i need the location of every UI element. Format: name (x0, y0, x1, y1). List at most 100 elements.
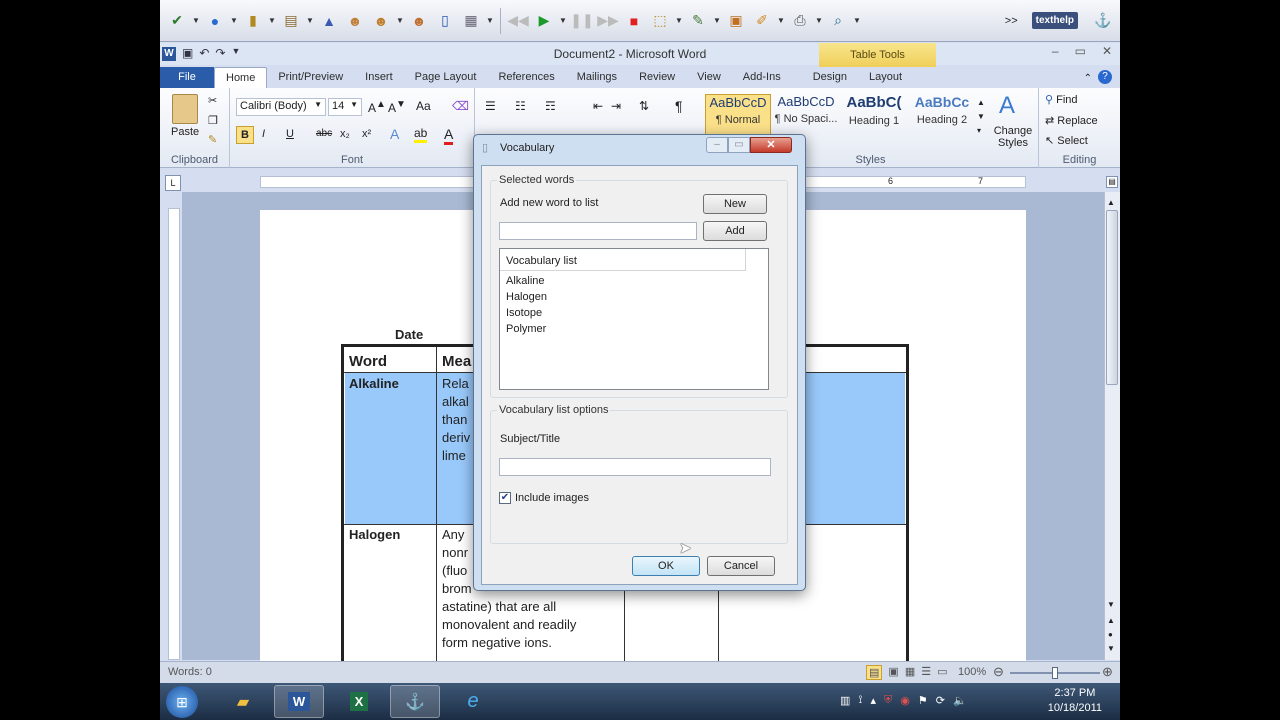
anchor-icon[interactable]: ⚓ (1092, 10, 1114, 32)
clear-formatting-icon[interactable]: ⌫ (452, 99, 469, 113)
sync-icon[interactable]: ⟳ (936, 694, 945, 707)
dropdown-arrow-icon[interactable]: ▼ (230, 16, 238, 25)
include-images-checkbox[interactable]: ✔ (499, 492, 511, 504)
scrollbar-thumb[interactable] (1106, 210, 1118, 385)
style-heading-2[interactable]: AaBbCc Heading 2 (909, 94, 975, 140)
explorer-taskbar-icon[interactable]: ▰ (218, 685, 268, 718)
dropdown-arrow-icon[interactable]: ▼ (675, 16, 683, 25)
rewind-icon[interactable]: ◀◀ (507, 10, 529, 32)
paste-button[interactable]: Paste (171, 126, 199, 138)
document-icon[interactable]: ▯ (434, 10, 456, 32)
clipboard-icon[interactable]: ▤ (280, 10, 302, 32)
font-color-icon[interactable]: A (444, 126, 454, 145)
tab-references[interactable]: References (487, 67, 565, 88)
ok-button[interactable]: OK (632, 556, 700, 576)
bold-button[interactable]: B (236, 126, 254, 144)
copy-icon[interactable]: ❐ (208, 114, 218, 127)
stop-icon[interactable]: ■ (623, 10, 645, 32)
underline-button[interactable]: U (286, 128, 294, 140)
paste-icon[interactable] (172, 94, 198, 124)
replace-button[interactable]: ⇄ Replace (1045, 114, 1098, 127)
zoom-slider[interactable] (1010, 667, 1100, 679)
shrink-font-icon[interactable]: A▼ (388, 99, 406, 115)
play-icon[interactable]: ▶ (533, 10, 555, 32)
internet-explorer-taskbar-icon[interactable]: e (448, 685, 498, 718)
screenshot-reader-icon[interactable]: ⬚ (649, 10, 671, 32)
grow-font-icon[interactable]: A▲ (368, 99, 386, 115)
previous-page-icon[interactable]: ▲ (1107, 616, 1115, 625)
spell-check-icon[interactable]: ✔ (166, 10, 188, 32)
tab-review[interactable]: Review (628, 67, 686, 88)
flag-icon[interactable]: ⚑ (918, 694, 928, 707)
tab-mailings[interactable]: Mailings (566, 67, 628, 88)
search-icon[interactable]: ⌕ (827, 10, 849, 32)
increase-indent-icon[interactable]: ⇥ (611, 99, 621, 113)
vocabulary-list[interactable]: Vocabulary list Alkaline Halogen Isotope… (499, 248, 769, 390)
web-layout-icon[interactable]: ▦ (905, 665, 915, 680)
minimize-icon[interactable]: – (1052, 44, 1059, 58)
show-formatting-button[interactable]: ¶ (675, 98, 683, 114)
tab-print-preview[interactable]: Print/Preview (267, 67, 354, 88)
tab-insert[interactable]: Insert (354, 67, 404, 88)
close-icon[interactable]: ✕ (1102, 44, 1112, 58)
calculator-icon[interactable]: ▦ (460, 10, 482, 32)
dropdown-arrow-icon[interactable]: ▼ (268, 16, 276, 25)
tab-layout[interactable]: Layout (858, 67, 913, 88)
tab-add-ins[interactable]: Add-Ins (732, 67, 792, 88)
cut-icon[interactable]: ✂ (208, 94, 217, 107)
person-icon[interactable]: ☻ (344, 10, 366, 32)
globe-icon[interactable]: ● (204, 10, 226, 32)
dropdown-arrow-icon[interactable]: ▼ (777, 16, 785, 25)
full-screen-icon[interactable]: ▣ (888, 665, 898, 680)
tab-view[interactable]: View (686, 67, 732, 88)
print-layout-icon[interactable]: ▤ (866, 665, 883, 680)
new-word-input[interactable] (499, 222, 697, 240)
person-icon[interactable]: ☻ (408, 10, 430, 32)
pause-icon[interactable]: ❚❚ (570, 10, 593, 32)
antivirus-icon[interactable]: ◉ (900, 694, 910, 707)
numbering-icon[interactable]: ☷ (515, 99, 526, 113)
change-styles-button[interactable]: Change Styles (989, 125, 1037, 149)
cancel-button[interactable]: Cancel (707, 556, 775, 576)
format-painter-icon[interactable]: ✎ (208, 133, 217, 146)
sort-icon[interactable]: ⇅ (639, 99, 649, 113)
dropdown-arrow-icon[interactable]: ▼ (559, 16, 567, 25)
tab-home[interactable]: Home (214, 67, 268, 88)
tab-selector[interactable]: L (165, 175, 181, 191)
new-button[interactable]: New (703, 194, 767, 214)
clock[interactable]: 2:37 PM 10/18/2011 (1048, 686, 1102, 716)
word-count[interactable]: Words: 0 (168, 666, 212, 678)
list-item[interactable]: Halogen (506, 291, 547, 303)
outline-icon[interactable]: ☰ (921, 665, 931, 680)
speech-maker-icon[interactable]: ✎ (687, 10, 709, 32)
highlight-color-icon[interactable]: ab (414, 126, 428, 143)
person-icon[interactable]: ☻ (370, 10, 392, 32)
change-styles-icon[interactable]: A (999, 92, 1015, 120)
find-button[interactable]: ⚲ Find (1045, 93, 1078, 106)
text-effects-icon[interactable]: A (390, 126, 399, 142)
bullets-icon[interactable]: ☰ (485, 99, 496, 113)
scroll-down-icon[interactable]: ▼ (1107, 600, 1115, 609)
tab-page-layout[interactable]: Page Layout (404, 67, 488, 88)
vocabulary-list-header[interactable]: Vocabulary list (500, 249, 746, 271)
texthelp-taskbar-icon[interactable]: ⚓ (390, 685, 440, 718)
excel-taskbar-icon[interactable]: X (334, 685, 384, 718)
tab-design[interactable]: Design (802, 67, 858, 88)
dialog-close-button[interactable]: ✕ (750, 137, 792, 153)
print-icon[interactable]: ⎙ (789, 10, 811, 32)
highlight-icon[interactable]: ✐ (751, 10, 773, 32)
dropdown-arrow-icon[interactable]: ▼ (396, 16, 404, 25)
superscript-button[interactable]: x² (362, 128, 371, 140)
vertical-ruler[interactable] (168, 208, 180, 660)
font-size-select[interactable]: 14 ▼ (328, 98, 362, 116)
subscript-button[interactable]: x₂ (340, 128, 350, 140)
dictionary-icon[interactable]: ▮ (242, 10, 264, 32)
help-icon[interactable]: ? (1098, 70, 1112, 84)
subject-title-input[interactable] (499, 458, 771, 476)
zoom-in-icon[interactable]: ⊕ (1102, 664, 1113, 680)
select-button[interactable]: ↖ Select (1045, 134, 1088, 147)
start-button[interactable]: ⊞ (166, 686, 198, 718)
draft-icon[interactable]: ▭ (937, 665, 947, 680)
dialog-title-bar[interactable]: ▯ Vocabulary – ▭ ✕ (474, 135, 805, 161)
decrease-indent-icon[interactable]: ⇤ (593, 99, 603, 113)
